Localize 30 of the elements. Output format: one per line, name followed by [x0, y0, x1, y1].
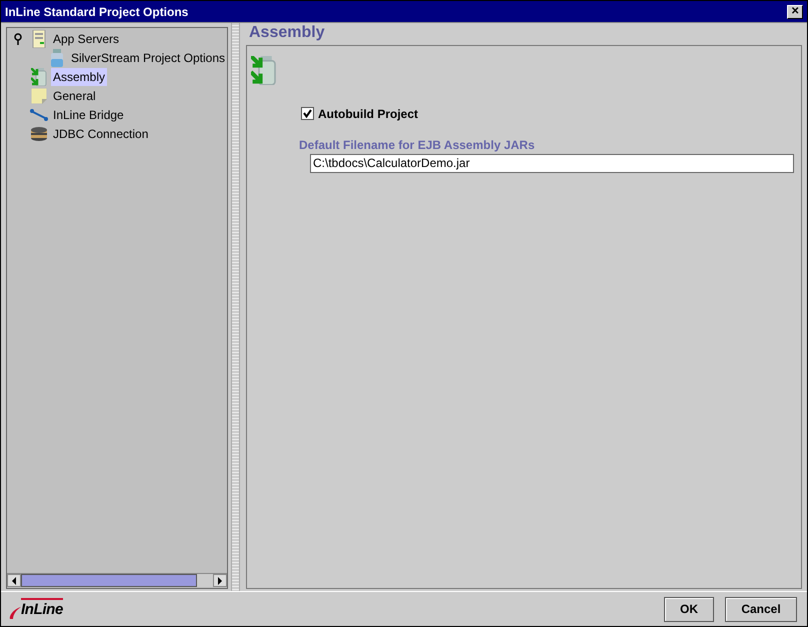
close-button[interactable]: ✕	[787, 4, 803, 18]
dialog-button[interactable]: OK	[664, 596, 714, 622]
panel-title: Assembly	[249, 23, 326, 43]
tree-item[interactable]: App Servers	[51, 30, 122, 48]
checkbox[interactable]	[301, 107, 314, 120]
checkbox-label: Autobuild Project	[318, 106, 418, 123]
tree-item[interactable]: General	[51, 86, 98, 104]
jar-arrows-icon	[31, 68, 47, 86]
tree-item[interactable]: InLine Bridge	[51, 106, 126, 124]
tree-item[interactable]: JDBC Connection	[51, 124, 150, 142]
checkmark-icon	[303, 109, 312, 118]
database-icon	[30, 126, 48, 140]
connector-icon	[30, 108, 48, 120]
filename-field[interactable]: C:\tbdocs\CalculatorDemo.jar	[310, 154, 794, 173]
window-title: InLine Standard Project Options	[5, 4, 188, 20]
scroll-right-button[interactable]	[213, 574, 227, 587]
tree-item[interactable]: Assembly	[51, 68, 108, 86]
server-icon	[32, 30, 46, 48]
swoosh-icon	[9, 606, 21, 620]
right-arrow-icon	[218, 576, 222, 584]
field-label: Default Filename for EJB Assembly JARs	[299, 136, 536, 154]
logo-text: InLine	[21, 598, 63, 620]
left-arrow-icon	[12, 576, 16, 584]
dialog-button[interactable]: Cancel	[725, 596, 797, 622]
note-icon	[31, 88, 47, 104]
jar-arrows-icon	[251, 56, 277, 85]
expanded-handle-icon[interactable]	[14, 32, 22, 44]
tree-item[interactable]: SilverStream Project Options	[68, 48, 227, 66]
jar-icon	[50, 48, 64, 66]
scroll-left-button[interactable]	[7, 574, 21, 587]
